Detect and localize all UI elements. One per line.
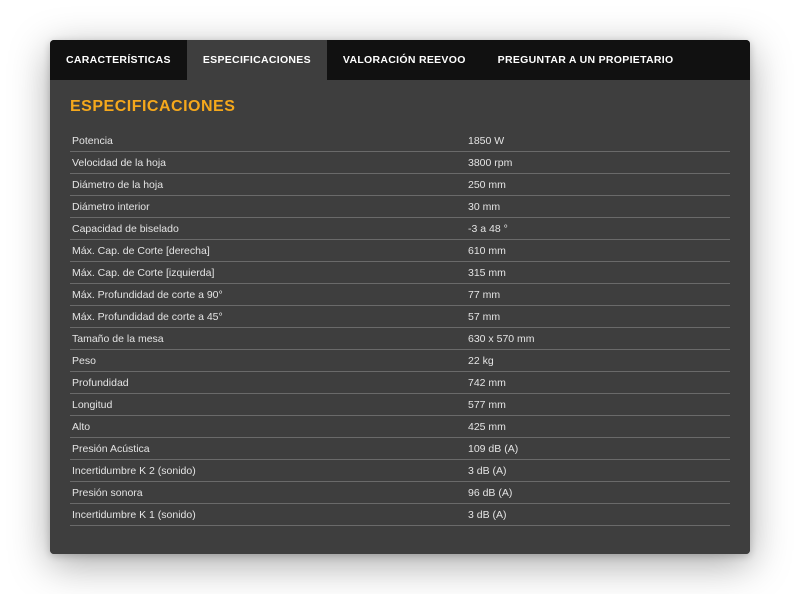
- spec-value: 3800 rpm: [466, 152, 730, 174]
- spec-value: -3 a 48 °: [466, 218, 730, 240]
- spec-value: 742 mm: [466, 372, 730, 394]
- spec-value: 3 dB (A): [466, 460, 730, 482]
- spec-table: Potencia1850 W Velocidad de la hoja3800 …: [70, 130, 730, 526]
- spec-card: CARACTERÍSTICAS ESPECIFICACIONES VALORAC…: [50, 40, 750, 554]
- spec-value: 577 mm: [466, 394, 730, 416]
- spec-label: Diámetro interior: [70, 196, 466, 218]
- spec-table-body: Potencia1850 W Velocidad de la hoja3800 …: [70, 130, 730, 526]
- tab-preguntar-propietario[interactable]: PREGUNTAR A UN PROPIETARIO: [482, 40, 690, 80]
- table-row: Máx. Cap. de Corte [izquierda]315 mm: [70, 262, 730, 284]
- spec-value: 77 mm: [466, 284, 730, 306]
- spec-label: Profundidad: [70, 372, 466, 394]
- spec-label: Incertidumbre K 2 (sonido): [70, 460, 466, 482]
- table-row: Longitud577 mm: [70, 394, 730, 416]
- spec-label: Incertidumbre K 1 (sonido): [70, 504, 466, 526]
- tab-caracteristicas[interactable]: CARACTERÍSTICAS: [50, 40, 187, 80]
- spec-value: 315 mm: [466, 262, 730, 284]
- spec-label: Máx. Profundidad de corte a 45°: [70, 306, 466, 328]
- spec-value: 3 dB (A): [466, 504, 730, 526]
- spec-label: Tamaño de la mesa: [70, 328, 466, 350]
- tab-valoracion-reevoo[interactable]: VALORACIÓN REEVOO: [327, 40, 482, 80]
- spec-value: 96 dB (A): [466, 482, 730, 504]
- spec-label: Longitud: [70, 394, 466, 416]
- spec-label: Capacidad de biselado: [70, 218, 466, 240]
- table-row: Presión sonora96 dB (A): [70, 482, 730, 504]
- spec-label: Velocidad de la hoja: [70, 152, 466, 174]
- table-row: Máx. Profundidad de corte a 90°77 mm: [70, 284, 730, 306]
- table-row: Capacidad de biselado-3 a 48 °: [70, 218, 730, 240]
- spec-label: Peso: [70, 350, 466, 372]
- spec-value: 250 mm: [466, 174, 730, 196]
- table-row: Alto425 mm: [70, 416, 730, 438]
- tab-especificaciones[interactable]: ESPECIFICACIONES: [187, 40, 327, 80]
- spec-value: 22 kg: [466, 350, 730, 372]
- spec-label: Presión Acústica: [70, 438, 466, 460]
- spec-panel: ESPECIFICACIONES Potencia1850 W Velocida…: [50, 80, 750, 554]
- table-row: Máx. Profundidad de corte a 45°57 mm: [70, 306, 730, 328]
- spec-label: Diámetro de la hoja: [70, 174, 466, 196]
- spec-label: Alto: [70, 416, 466, 438]
- table-row: Profundidad742 mm: [70, 372, 730, 394]
- spec-value: 425 mm: [466, 416, 730, 438]
- spec-label: Potencia: [70, 130, 466, 152]
- table-row: Presión Acústica109 dB (A): [70, 438, 730, 460]
- spec-label: Máx. Cap. de Corte [derecha]: [70, 240, 466, 262]
- spec-value: 109 dB (A): [466, 438, 730, 460]
- table-row: Tamaño de la mesa630 x 570 mm: [70, 328, 730, 350]
- spec-value: 30 mm: [466, 196, 730, 218]
- table-row: Máx. Cap. de Corte [derecha]610 mm: [70, 240, 730, 262]
- spec-value: 630 x 570 mm: [466, 328, 730, 350]
- spec-label: Máx. Cap. de Corte [izquierda]: [70, 262, 466, 284]
- table-row: Velocidad de la hoja3800 rpm: [70, 152, 730, 174]
- spec-value: 1850 W: [466, 130, 730, 152]
- table-row: Diámetro de la hoja250 mm: [70, 174, 730, 196]
- table-row: Incertidumbre K 2 (sonido)3 dB (A): [70, 460, 730, 482]
- spec-value: 57 mm: [466, 306, 730, 328]
- table-row: Peso22 kg: [70, 350, 730, 372]
- table-row: Diámetro interior30 mm: [70, 196, 730, 218]
- tab-bar: CARACTERÍSTICAS ESPECIFICACIONES VALORAC…: [50, 40, 750, 80]
- table-row: Incertidumbre K 1 (sonido)3 dB (A): [70, 504, 730, 526]
- spec-value: 610 mm: [466, 240, 730, 262]
- table-row: Potencia1850 W: [70, 130, 730, 152]
- spec-label: Máx. Profundidad de corte a 90°: [70, 284, 466, 306]
- panel-heading: ESPECIFICACIONES: [70, 98, 730, 116]
- spec-label: Presión sonora: [70, 482, 466, 504]
